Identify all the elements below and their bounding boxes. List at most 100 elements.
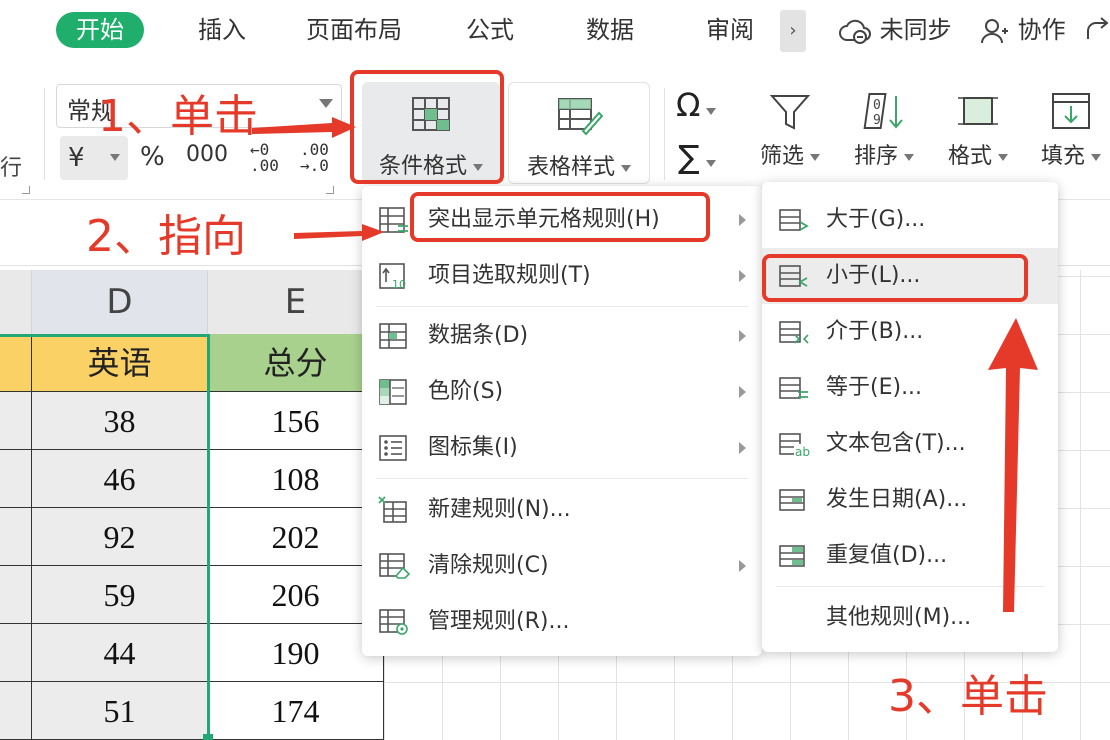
cell-total-score[interactable]: 206 [208, 566, 384, 624]
menu-item-label: 清除规则(C) [428, 553, 549, 578]
menu-separator [776, 586, 1044, 587]
tab-page-layout[interactable]: 页面布局 [306, 12, 402, 48]
cell-total-score[interactable]: 202 [208, 508, 384, 566]
filter-button[interactable]: 筛选 [752, 90, 828, 170]
chevron-down-icon [621, 164, 631, 172]
table-cell[interactable] [0, 566, 32, 624]
conditional-format-menu: 突出显示单元格规则(H) 10 项目选取规则(T) 数据条(D) 色阶(S) 图… [362, 186, 762, 656]
submenu-item-date-occurring[interactable]: 发生日期(A)... [762, 472, 1058, 528]
chevron-down-icon [810, 153, 820, 161]
cell-english-score[interactable]: 59 [32, 566, 208, 624]
table-cell[interactable] [0, 508, 32, 566]
table-cell[interactable] [0, 392, 32, 450]
submenu-item-between[interactable]: 介于(B)... [762, 304, 1058, 360]
cell-total-score[interactable]: 174 [208, 682, 384, 740]
table-style-button[interactable]: 表格样式 [508, 82, 650, 184]
chevron-down-icon [904, 153, 914, 161]
column-header-e[interactable]: E [208, 270, 384, 334]
ribbon-separator [664, 88, 665, 180]
submenu-item-equal-to[interactable]: 等于(E)... [762, 360, 1058, 416]
increase-decimal-bottom: .00 [250, 156, 279, 175]
cell-header-c[interactable] [0, 334, 32, 392]
submenu-item-label: 小于(L)... [826, 263, 921, 288]
menu-item-icon-sets[interactable]: 图标集(I) [362, 420, 762, 476]
row-label: 行 [0, 156, 23, 181]
tab-home[interactable]: 开始 [56, 12, 144, 48]
menu-item-label: 新建规则(N)... [428, 497, 571, 522]
submenu-item-greater-than[interactable]: 大于(G)... [762, 192, 1058, 248]
submenu-item-duplicate-values[interactable]: 重复值(D)... [762, 528, 1058, 584]
date-occurring-icon [778, 486, 810, 518]
cell-english-score[interactable]: 38 [32, 392, 208, 450]
tab-formulas[interactable]: 公式 [466, 12, 514, 48]
menu-item-clear-rules[interactable]: 清除规则(C) [362, 538, 762, 594]
submenu-item-text-contains[interactable]: ab 文本包含(T)... [762, 416, 1058, 472]
tab-insert[interactable]: 插入 [198, 12, 246, 48]
clear-rules-icon [378, 552, 411, 584]
submenu-item-more-rules[interactable]: 其他规则(M)... [762, 590, 1058, 646]
table-cell[interactable] [0, 624, 32, 682]
increase-decimal-button[interactable]: ←0 .00 [250, 142, 279, 174]
format-button[interactable]: 格式 [938, 90, 1018, 170]
cell-english-score[interactable]: 51 [32, 682, 208, 740]
column-header-c[interactable] [0, 270, 32, 334]
table-cell[interactable] [0, 450, 32, 508]
cell-english-score[interactable]: 92 [32, 508, 208, 566]
sync-status[interactable]: 未同步 [838, 12, 952, 48]
autosum-button[interactable]: ∑ [678, 138, 716, 176]
group-launcher-icon[interactable] [22, 186, 30, 194]
fill-handle[interactable] [203, 734, 213, 740]
menu-separator [376, 306, 748, 307]
sort-label: 排序 [853, 144, 898, 169]
color-scales-icon [378, 378, 410, 410]
decrease-decimal-button[interactable]: .00 →.0 [300, 142, 329, 174]
menu-item-label: 管理规则(R)... [428, 609, 570, 634]
cell-english-score[interactable]: 46 [32, 450, 208, 508]
currency-icon: ¥ [68, 143, 85, 173]
menu-item-color-scales[interactable]: 色阶(S) [362, 364, 762, 420]
new-rule-icon [378, 496, 410, 528]
annotation-step-1: 1、单击 [98, 91, 258, 142]
annotation-step-3: 3、单击 [888, 671, 1048, 722]
cell-english-score[interactable]: 44 [32, 624, 208, 682]
menu-item-label: 数据条(D) [428, 323, 529, 348]
percent-button[interactable]: % [140, 142, 165, 172]
tab-review[interactable]: 审阅 [706, 12, 754, 48]
menu-item-new-rule[interactable]: 新建规则(N)... [362, 482, 762, 538]
tab-data[interactable]: 数据 [586, 12, 634, 48]
table-cell[interactable] [0, 682, 32, 740]
share-icon[interactable] [1086, 12, 1110, 48]
submenu-item-less-than[interactable]: 小于(L)... [762, 248, 1058, 304]
fill-down-icon [1049, 93, 1093, 138]
symbol-button[interactable]: Ω [676, 86, 717, 124]
menu-item-data-bars[interactable]: 数据条(D) [362, 308, 762, 364]
conditional-format-button[interactable]: 条件格式 [362, 82, 500, 184]
cell-header-english[interactable]: 英语 [32, 334, 208, 392]
column-header-d[interactable]: D [32, 270, 208, 334]
format-label: 格式 [947, 144, 992, 169]
menu-item-manage-rules[interactable]: 管理规则(R)... [362, 594, 762, 650]
sort-button[interactable]: 09 排序 [846, 90, 922, 170]
menu-item-highlight-cells-rules[interactable]: 突出显示单元格规则(H) [362, 192, 762, 248]
menu-item-top-bottom-rules[interactable]: 10 项目选取规则(T) [362, 248, 762, 304]
comma-style-button[interactable]: 000 [186, 142, 228, 167]
chevron-right-icon [739, 330, 746, 342]
svg-text:10: 10 [392, 278, 406, 290]
chevron-down-icon [1091, 153, 1101, 161]
group-launcher-icon[interactable] [326, 186, 334, 194]
menu-item-label: 图标集(I) [428, 435, 518, 460]
ribbon-separator [44, 88, 45, 180]
collaborate-label: 协作 [1017, 16, 1066, 44]
fill-button[interactable]: 填充 [1032, 90, 1110, 170]
cell-header-total[interactable]: 总分 [208, 334, 384, 392]
collaborate-button[interactable]: 协作 [980, 12, 1066, 48]
cell-total-score[interactable]: 108 [208, 450, 384, 508]
user-add-icon [980, 16, 1018, 44]
chevron-down-icon [110, 154, 120, 161]
greater-than-icon [778, 206, 810, 238]
filter-label: 筛选 [759, 144, 804, 169]
cell-total-score[interactable]: 156 [208, 392, 384, 450]
cell-total-score[interactable]: 190 [208, 624, 384, 682]
conditional-format-icon [409, 92, 453, 140]
tab-more-button[interactable]: › [780, 10, 806, 52]
